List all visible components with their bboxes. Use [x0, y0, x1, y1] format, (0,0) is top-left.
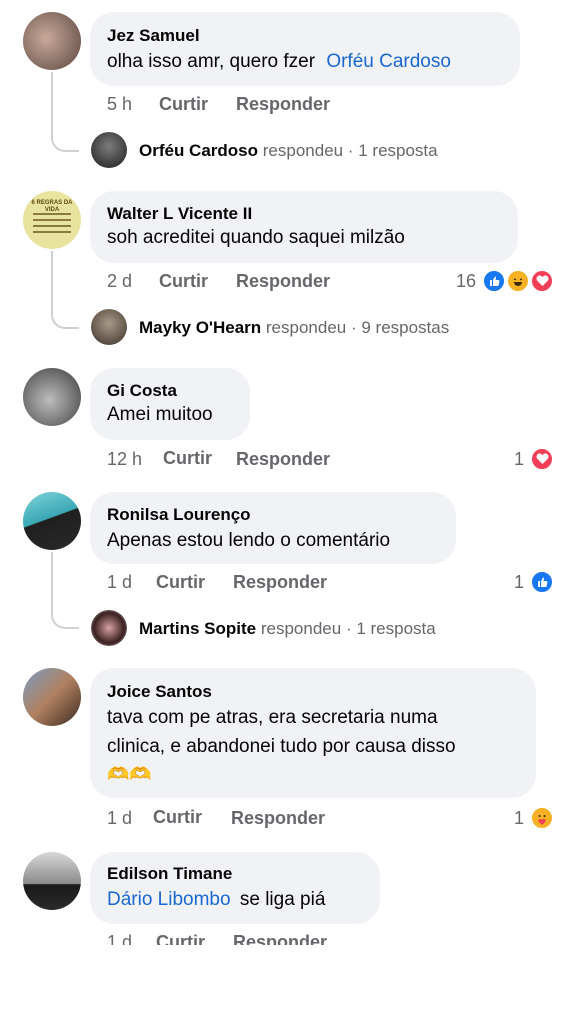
- avatar[interactable]: [23, 492, 81, 550]
- reply-action: respondeu: [260, 619, 342, 638]
- comment-time[interactable]: 1 d: [107, 572, 132, 593]
- avatar[interactable]: [23, 852, 81, 910]
- comment-time[interactable]: 1 d: [107, 808, 132, 829]
- avatar[interactable]: [91, 132, 127, 168]
- mention-link[interactable]: Dário Libombo: [107, 889, 231, 910]
- thread-connector: [51, 72, 79, 152]
- comment-bubble: [90, 12, 520, 86]
- comment-bubble: [90, 852, 380, 924]
- comment-text: soh acreditei quando saquei milzão: [107, 227, 405, 248]
- reply-button[interactable]: Responder: [236, 449, 330, 470]
- avatar[interactable]: [23, 12, 81, 70]
- reply-action: respondeu: [265, 318, 347, 337]
- comment-author[interactable]: Joice Santos: [107, 682, 212, 702]
- like-button[interactable]: Curtir: [153, 807, 202, 828]
- reaction-count[interactable]: 1: [514, 449, 524, 470]
- reply-count[interactable]: · 9 respostas: [351, 318, 449, 337]
- comment-time[interactable]: 2 d: [107, 271, 132, 292]
- reply-count[interactable]: · 1 resposta: [346, 619, 436, 638]
- comment-author[interactable]: Jez Samuel: [107, 26, 200, 46]
- reply-button[interactable]: Responder: [231, 808, 325, 829]
- comment-text-body: olha isso amr, quero fzer: [107, 51, 316, 72]
- heart-hands-emoji: 🫶🫶: [107, 764, 152, 784]
- love-icon: [530, 447, 554, 471]
- comment-text: Amei muitoo: [107, 404, 213, 425]
- comment-time[interactable]: 12 h: [107, 449, 142, 470]
- reaction-count[interactable]: 1: [514, 808, 524, 829]
- thread-connector: [51, 251, 79, 329]
- like-button[interactable]: Curtir: [163, 448, 212, 469]
- thread-connector: [51, 552, 79, 629]
- comment-author[interactable]: Gi Costa: [107, 381, 177, 401]
- like-button[interactable]: Curtir: [159, 94, 208, 115]
- comment-text: olha isso amr, quero fzer Orféu Cardoso: [107, 51, 451, 73]
- comment-text-line: tava com pe atras, era secretaria numa: [107, 707, 438, 728]
- comment-text: Apenas estou lendo o comentário: [107, 530, 391, 551]
- comment-text-line: clinica, e abandonei tudo por causa diss…: [107, 736, 456, 757]
- avatar[interactable]: [91, 610, 127, 646]
- avatar[interactable]: [23, 368, 81, 426]
- like-button[interactable]: Curtir: [156, 572, 205, 593]
- like-button[interactable]: Curtir: [159, 271, 208, 292]
- comment-author[interactable]: Walter L Vicente II: [107, 204, 252, 224]
- replies-link[interactable]: Mayky O'Hearn respondeu · 9 respostas: [139, 318, 449, 338]
- comment-time[interactable]: 5 h: [107, 94, 132, 115]
- comment-author[interactable]: Edilson Timane: [107, 864, 232, 884]
- mention-link[interactable]: Orféu Cardoso: [326, 51, 451, 72]
- avatar[interactable]: [91, 309, 127, 345]
- like-icon: [482, 269, 506, 293]
- comment-author[interactable]: Ronilsa Lourenço: [107, 505, 251, 525]
- reply-button[interactable]: Responder: [236, 94, 330, 115]
- avatar[interactable]: [23, 668, 81, 726]
- reply-author[interactable]: Martins Sopite: [139, 619, 256, 638]
- reply-count[interactable]: · 1 resposta: [348, 141, 438, 160]
- reply-author[interactable]: Mayky O'Hearn: [139, 318, 261, 337]
- avatar[interactable]: 6 REGRAS DA VIDA: [23, 191, 81, 249]
- page-bottom-blank: [0, 945, 576, 1024]
- reply-action: respondeu: [262, 141, 344, 160]
- reply-button[interactable]: Responder: [233, 572, 327, 593]
- replies-link[interactable]: Martins Sopite respondeu · 1 resposta: [139, 619, 436, 639]
- reaction-count[interactable]: 1: [514, 572, 524, 593]
- reaction-count[interactable]: 16: [456, 271, 476, 292]
- like-icon: [530, 570, 554, 594]
- haha-icon: [506, 269, 530, 293]
- comment-text-body: se liga piá: [239, 889, 326, 910]
- care-icon: [530, 806, 554, 830]
- avatar-caption: 6 REGRAS DA VIDA: [31, 200, 73, 213]
- comment-text: Dário Libombo se liga piá: [107, 889, 325, 911]
- reply-button[interactable]: Responder: [236, 271, 330, 292]
- reply-author[interactable]: Orféu Cardoso: [139, 141, 258, 160]
- replies-link[interactable]: Orféu Cardoso respondeu · 1 resposta: [139, 141, 438, 161]
- love-icon: [530, 269, 554, 293]
- comment-bubble: [90, 492, 456, 564]
